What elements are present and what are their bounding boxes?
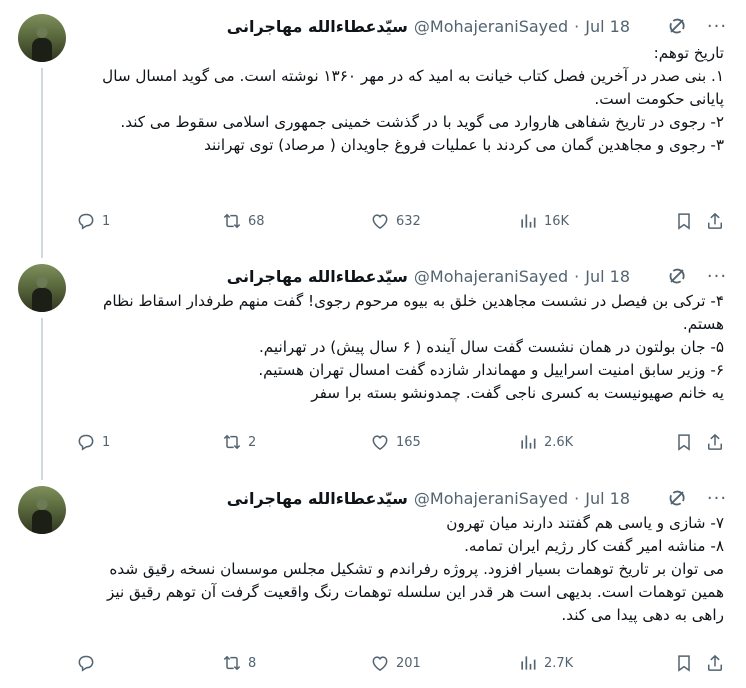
author-handle[interactable]: @MohajeraniSayed	[414, 267, 568, 286]
action-bar: 8 201 2.7K	[76, 651, 732, 675]
reply-count: 1	[102, 213, 111, 229]
views-icon	[518, 653, 538, 673]
repost-icon	[222, 211, 242, 231]
tweet-line: یه خانم صهیونیست به کسری ناجی گفت. چمدون…	[311, 384, 724, 402]
tweet-text: تاریخ توهم: ۱. بنی صدر در آخرین فصل کتاب…	[76, 42, 724, 157]
share-icon	[705, 211, 725, 231]
reply-icon	[76, 432, 96, 452]
avatar[interactable]	[18, 264, 66, 312]
reply-icon	[76, 653, 96, 673]
like-icon	[370, 653, 390, 673]
grok-icon[interactable]	[660, 486, 694, 510]
avatar[interactable]	[18, 486, 66, 534]
action-bar: 1 68 632 16K	[76, 209, 732, 233]
more-icon[interactable]: ···	[700, 488, 734, 509]
author-handle[interactable]: @MohajeraniSayed	[414, 489, 568, 508]
tweet-line: ۸- مناشه امیر گفت کار رژیم ایران تمامه.	[464, 537, 724, 555]
like-count: 201	[396, 655, 421, 671]
tweet-date[interactable]: Jul 18	[585, 17, 630, 36]
tweet-line: ۷- شازی و یاسی هم گفتند دارند میان تهرون	[446, 514, 724, 532]
tweet-text: ۴- ترکی بن فیصل در نشست مجاهدین خلق به ب…	[76, 290, 724, 405]
tweet-line: می توان بر تاریخ توهمات بسیار افزود. پرو…	[107, 560, 724, 624]
like-count: 632	[396, 213, 421, 229]
tweet-line: ۳- رجوی و مجاهدین گمان می کردند با عملیا…	[204, 136, 724, 154]
bookmark-icon	[674, 432, 694, 452]
tweet-line: ۲- رجوی در تاریخ شفاهی هاروارد می گوید ب…	[120, 113, 724, 131]
repost-count: 2	[248, 434, 257, 450]
like-icon	[370, 211, 390, 231]
views-button[interactable]: 16K	[518, 211, 569, 231]
author-name[interactable]: سیّدعطاءالله مهاجرانی	[227, 17, 408, 36]
repost-button[interactable]: 68	[222, 211, 265, 231]
views-button[interactable]: 2.7K	[518, 653, 573, 673]
tweet-header: سیّدعطاءالله مهاجرانی @MohajeraniSayed ·…	[221, 486, 734, 510]
reply-button[interactable]: 1	[76, 432, 110, 452]
view-count: 2.6K	[544, 434, 574, 450]
avatar[interactable]	[18, 14, 66, 62]
grok-icon[interactable]	[660, 264, 694, 288]
author-handle[interactable]: @MohajeraniSayed	[414, 17, 568, 36]
views-icon	[518, 211, 538, 231]
like-icon	[370, 432, 390, 452]
reply-button[interactable]	[76, 653, 102, 673]
repost-icon	[222, 653, 242, 673]
reply-button[interactable]: 1	[76, 211, 110, 231]
share-button[interactable]	[705, 653, 725, 673]
like-button[interactable]: 632	[370, 211, 421, 231]
more-icon[interactable]: ···	[700, 266, 734, 287]
grok-icon[interactable]	[660, 14, 694, 38]
tweet-1[interactable]: سیّدعطاءالله مهاجرانی @MohajeraniSayed ·…	[0, 0, 746, 258]
separator: ·	[574, 266, 580, 286]
repost-count: 68	[248, 213, 265, 229]
tweet-header: سیّدعطاءالله مهاجرانی @MohajeraniSayed ·…	[221, 14, 734, 38]
thread-line	[41, 318, 43, 480]
repost-button[interactable]: 8	[222, 653, 256, 673]
reply-icon	[76, 211, 96, 231]
tweet-line: ۱. بنی صدر در آخرین فصل کتاب خیانت به ام…	[102, 67, 724, 108]
tweet-date[interactable]: Jul 18	[585, 489, 630, 508]
bookmark-icon	[674, 211, 694, 231]
bookmark-icon	[674, 653, 694, 673]
more-icon[interactable]: ···	[700, 16, 734, 37]
action-bar: 1 2 165 2.6K	[76, 430, 732, 454]
like-button[interactable]: 201	[370, 653, 421, 673]
author-name[interactable]: سیّدعطاءالله مهاجرانی	[227, 267, 408, 286]
view-count: 2.7K	[544, 655, 574, 671]
reply-count: 1	[102, 434, 111, 450]
tweet-header: سیّدعطاءالله مهاجرانی @MohajeraniSayed ·…	[221, 264, 734, 288]
share-button[interactable]	[705, 432, 725, 452]
tweet-date[interactable]: Jul 18	[585, 267, 630, 286]
bookmark-button[interactable]	[674, 653, 694, 673]
view-count: 16K	[544, 213, 570, 229]
repost-count: 8	[248, 655, 257, 671]
repost-icon	[222, 432, 242, 452]
bookmark-button[interactable]	[674, 432, 694, 452]
share-icon	[705, 432, 725, 452]
thread-line	[41, 68, 43, 258]
like-button[interactable]: 165	[370, 432, 421, 452]
author-name[interactable]: سیّدعطاءالله مهاجرانی	[227, 489, 408, 508]
separator: ·	[574, 16, 580, 36]
repost-button[interactable]: 2	[222, 432, 256, 452]
like-count: 165	[396, 434, 421, 450]
views-button[interactable]: 2.6K	[518, 432, 573, 452]
tweet-line: ۶- وزیر سابق امنیت اسراییل و مهماندار شا…	[258, 361, 724, 379]
views-icon	[518, 432, 538, 452]
tweet-line: ۵- جان بولتون در همان نشست گفت سال آینده…	[258, 338, 724, 356]
share-button[interactable]	[705, 211, 725, 231]
separator: ·	[574, 488, 580, 508]
share-icon	[705, 653, 725, 673]
tweet-line: ۴- ترکی بن فیصل در نشست مجاهدین خلق به ب…	[102, 292, 724, 333]
bookmark-button[interactable]	[674, 211, 694, 231]
tweet-text: ۷- شازی و یاسی هم گفتند دارند میان تهرون…	[76, 512, 724, 627]
tweet-line: تاریخ توهم:	[653, 44, 724, 62]
